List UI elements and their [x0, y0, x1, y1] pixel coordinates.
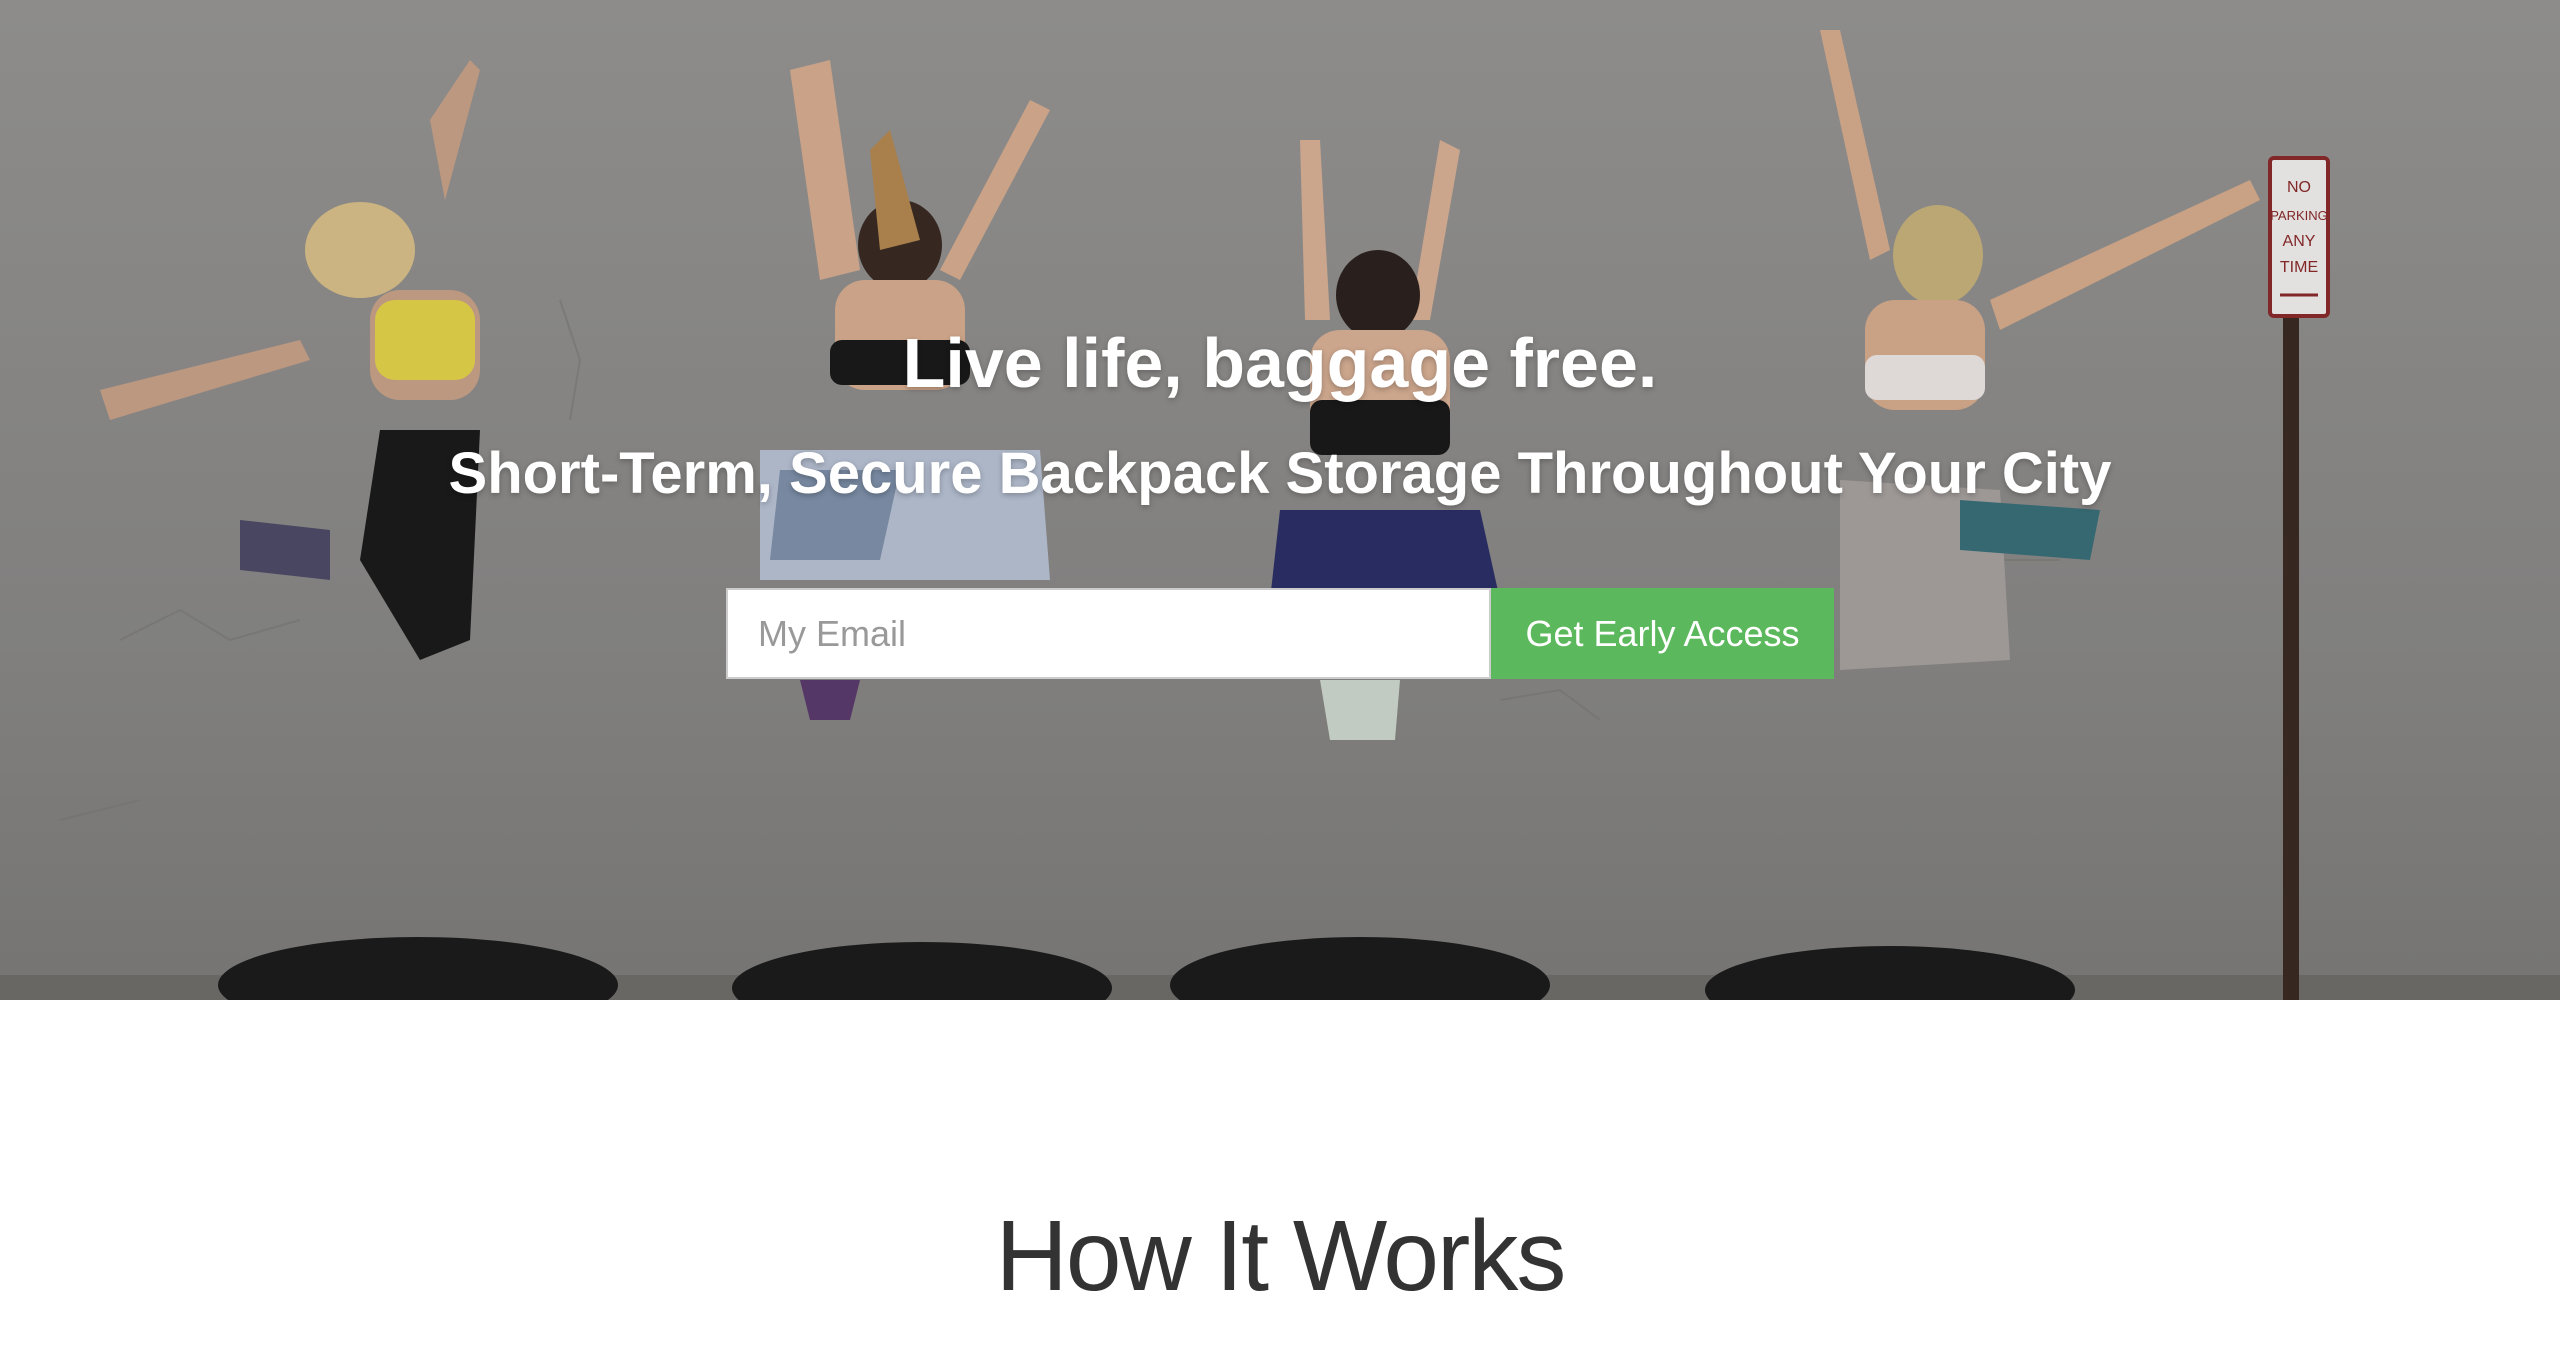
- hero-section: NO PARKING ANY TIME Live life, baggage f…: [0, 0, 2560, 1000]
- hero-subheadline: Short-Term, Secure Backpack Storage Thro…: [448, 441, 2112, 506]
- email-input[interactable]: [726, 588, 1491, 679]
- early-access-form: Get Early Access: [726, 588, 1834, 679]
- get-early-access-button[interactable]: Get Early Access: [1491, 588, 1834, 679]
- hero-content: Live life, baggage free. Short-Term, Sec…: [0, 0, 2560, 1000]
- how-it-works-title: How It Works: [995, 1200, 1567, 1312]
- hero-headline: Live life, baggage free.: [902, 324, 1658, 402]
